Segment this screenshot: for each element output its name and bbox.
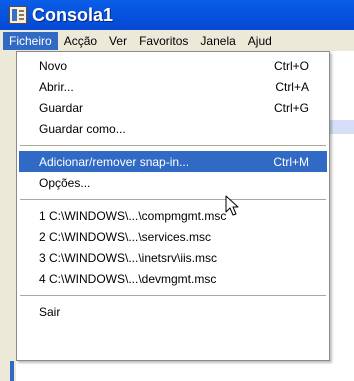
menu-ajuda[interactable]: Ajud [242, 32, 278, 50]
menu-separator [20, 145, 326, 146]
menu-item-label: 2 C:\WINDOWS\...\services.msc [39, 229, 212, 244]
title-bar[interactable]: Consola1 [0, 0, 354, 30]
menu-item-shortcut: Ctrl+A [275, 79, 309, 94]
menu-bar: Ficheiro Acção Ver Favoritos Janela Ajud [0, 30, 354, 51]
menu-item-shortcut: Ctrl+G [273, 100, 309, 115]
menu-item-label: 1 C:\WINDOWS\...\compmgmt.msc [39, 208, 227, 223]
scroll-indicator [10, 361, 14, 381]
menu-ficheiro[interactable]: Ficheiro [3, 31, 58, 50]
menu-item-label: Sair [39, 304, 61, 319]
menu-janela[interactable]: Janela [194, 32, 241, 50]
menu-item-adicionar-remover-snap-in[interactable]: Adicionar/remover snap-in... Ctrl+M [19, 151, 327, 172]
menu-item-label: Guardar como... [39, 121, 126, 136]
menu-item-label: Adicionar/remover snap-in... [39, 154, 190, 169]
menu-item-recent-3[interactable]: 3 C:\WINDOWS\...\inetsrv\iis.msc [19, 247, 327, 268]
menu-item-label: Novo [39, 58, 68, 73]
selected-row-band [330, 120, 354, 134]
mouse-pointer-icon [225, 195, 239, 216]
menu-separator [20, 199, 326, 200]
menu-favoritos[interactable]: Favoritos [133, 32, 194, 50]
menu-item-shortcut: Ctrl+O [273, 58, 309, 73]
menu-item-label: 4 C:\WINDOWS\...\devmgmt.msc [39, 271, 217, 286]
menu-item-novo[interactable]: Novo Ctrl+O [19, 55, 327, 76]
menu-item-guardar-como[interactable]: Guardar como... [19, 118, 327, 139]
menu-item-sair[interactable]: Sair [19, 301, 327, 322]
menu-item-label: Abrir... [39, 79, 74, 94]
console-app-icon [9, 6, 27, 24]
menu-item-label: Guardar [39, 100, 84, 115]
menu-item-recent-4[interactable]: 4 C:\WINDOWS\...\devmgmt.msc [19, 268, 327, 289]
menu-item-label: 3 C:\WINDOWS\...\inetsrv\iis.msc [39, 250, 218, 265]
menu-item-recent-1[interactable]: 1 C:\WINDOWS\...\compmgmt.msc [19, 205, 327, 226]
menu-accao[interactable]: Acção [58, 32, 103, 50]
menu-item-guardar[interactable]: Guardar Ctrl+G [19, 97, 327, 118]
window-title: Consola1 [32, 4, 114, 25]
menu-ver[interactable]: Ver [103, 32, 133, 50]
menu-item-label: Opções... [39, 175, 91, 190]
menu-separator [20, 295, 326, 296]
menu-item-opcoes[interactable]: Opções... [19, 172, 327, 193]
menu-item-recent-2[interactable]: 2 C:\WINDOWS\...\services.msc [19, 226, 327, 247]
menu-item-shortcut: Ctrl+M [273, 154, 309, 169]
console-tree-edge [0, 51, 16, 381]
menu-item-abrir[interactable]: Abrir... Ctrl+A [19, 76, 327, 97]
file-menu-dropdown: Novo Ctrl+O Abrir... Ctrl+A Guardar Ctrl… [16, 51, 330, 361]
